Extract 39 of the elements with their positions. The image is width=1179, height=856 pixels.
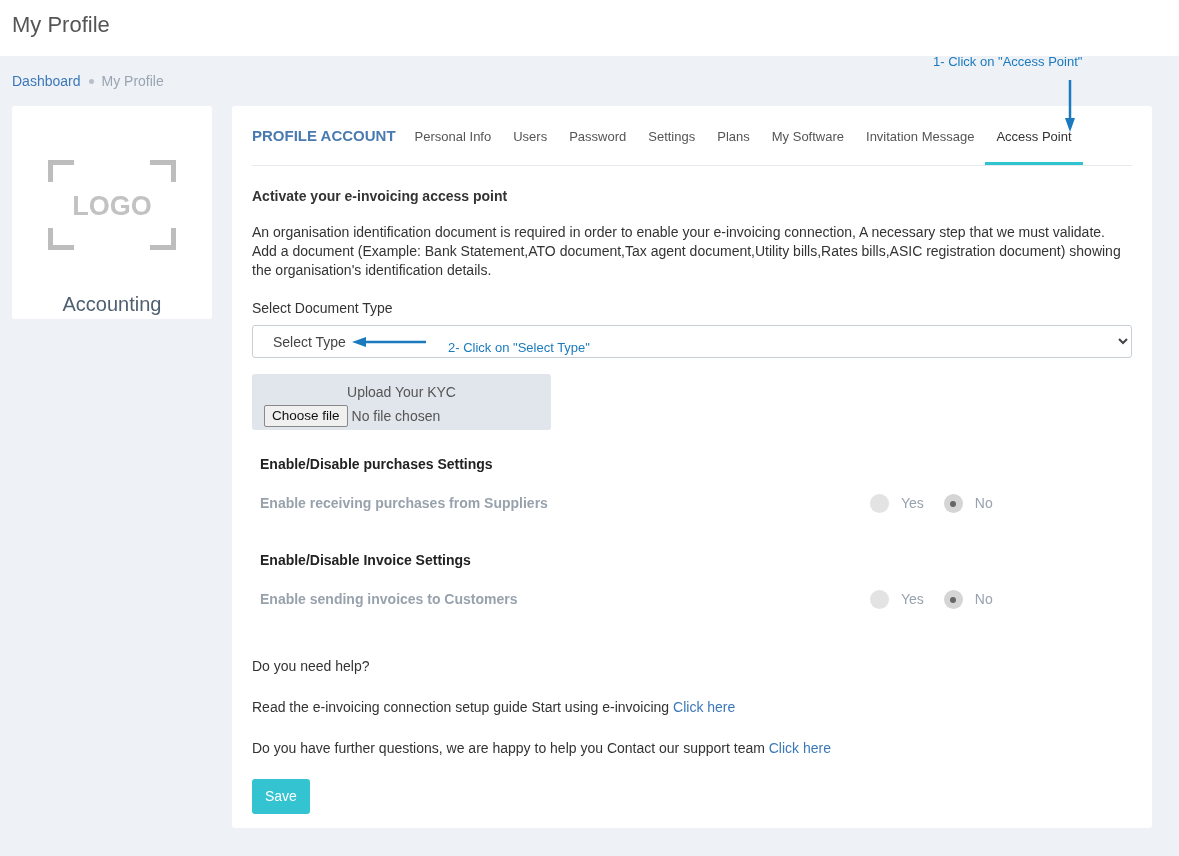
help-question: Do you need help? [252, 657, 371, 676]
help-text: Do you have further questions, we are happy to help you Contact our support team Click here [252, 739, 832, 758]
description-text: An organisation identification document is required in order to enable your e-invoicing connection, A necessary step that we must validate. Add a document (Example: Bank Statement,ATO document,Tax agent document,Utility bills,Rates bills,ASIC registration document) showing the organisation's identification details. [252, 223, 1122, 280]
radio-label: No [974, 494, 993, 513]
account-name: Accounting [62, 292, 162, 317]
setting-label: Enable receiving purchases from Suppliers [260, 494, 549, 513]
tab[interactable]: Settings [637, 126, 707, 165]
help-link[interactable]: Click here [673, 699, 736, 715]
settings-heading: Enable/Disable Invoice Settings [259, 551, 472, 570]
arrow-icon [352, 337, 426, 347]
tab[interactable]: Personal Info [403, 126, 503, 165]
tab[interactable]: Invitation Message [855, 126, 986, 165]
radio-label: Yes [901, 494, 924, 513]
tab[interactable]: My Software [760, 126, 855, 165]
file-status: No file chosen [351, 406, 441, 426]
annotation-text: 2- Click on "Select Type" [448, 339, 590, 357]
choose-file-button[interactable]: Choose file [264, 405, 348, 428]
arrow-icon [1065, 80, 1075, 132]
settings-heading: Enable/Disable purchases Settings [259, 455, 494, 474]
radio-label: Yes [901, 590, 924, 609]
section-title: Activate your e-invoicing access point [252, 187, 509, 206]
upload-title: Upload Your KYC [347, 383, 456, 402]
tab[interactable]: Password [558, 126, 638, 165]
annotation-text: 1- Click on "Access Point" [933, 53, 1083, 71]
help-link[interactable]: Click here [768, 740, 831, 756]
tabs-heading: PROFILE ACCOUNT [252, 125, 396, 146]
breadcrumb-link[interactable]: Dashboard [12, 73, 81, 89]
tab[interactable]: Access Point [985, 126, 1083, 165]
field-label: Select Document Type [252, 299, 393, 318]
frame-corners-icon [48, 160, 176, 250]
page-title: My Profile [12, 12, 110, 39]
tab[interactable]: Plans [706, 126, 761, 165]
breadcrumb-current: My Profile [101, 73, 164, 89]
separator-dot [88, 79, 94, 84]
help-text: Read the e-invoicing connection setup guide Start using e-invoicing Click here [252, 698, 737, 717]
tab[interactable]: Users [502, 126, 559, 165]
logo-text: LOGO [71, 190, 153, 223]
radio-label: No [974, 590, 993, 609]
setting-label: Enable sending invoices to Customers [260, 590, 519, 609]
